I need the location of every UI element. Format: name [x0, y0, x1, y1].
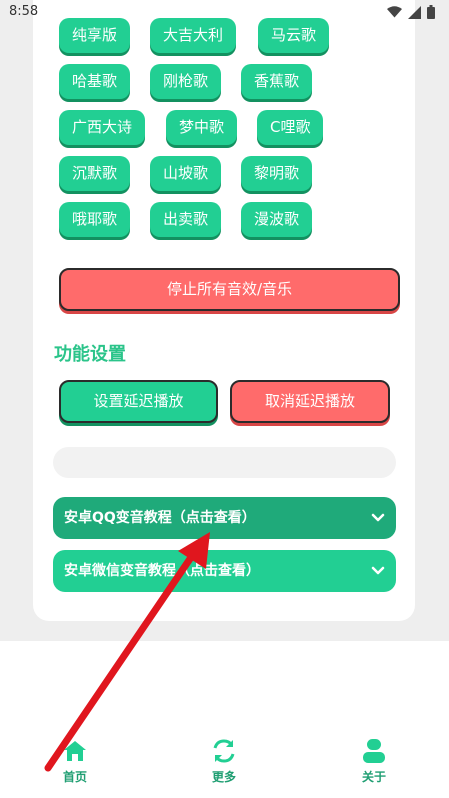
tutorial-wechat-label: 安卓微信变音教程（点击查看）	[64, 563, 260, 579]
settings-title: 功能设置	[54, 344, 126, 365]
battery-icon	[427, 5, 435, 19]
user-icon	[363, 739, 385, 763]
system-icons	[387, 5, 435, 19]
tutorial-qq-label: 安卓QQ变音教程（点击查看）	[64, 510, 256, 526]
chevron-down-icon	[371, 513, 385, 522]
sound-button[interactable]: 刚枪歌	[150, 64, 222, 99]
sound-button[interactable]: 哈基歌	[59, 64, 131, 99]
sound-button[interactable]: 出卖歌	[150, 202, 222, 237]
sound-button[interactable]: 梦中歌	[166, 110, 238, 145]
sound-button[interactable]: 香蕉歌	[241, 64, 313, 99]
nav-home[interactable]: 首页	[45, 738, 105, 785]
nav-more[interactable]: 更多	[194, 738, 254, 785]
status-time: 8:58	[9, 4, 39, 19]
sound-button[interactable]: 沉默歌	[59, 156, 131, 191]
nav-more-label: 更多	[211, 770, 236, 784]
wifi-icon	[387, 6, 402, 18]
stop-all-button[interactable]: 停止所有音效/音乐	[59, 268, 400, 311]
tutorial-qq[interactable]: 安卓QQ变音教程（点击查看）	[53, 497, 396, 539]
tutorial-wechat[interactable]: 安卓微信变音教程（点击查看）	[53, 550, 396, 592]
sound-button[interactable]: 哦耶歌	[59, 202, 131, 237]
set-delay-button[interactable]: 设置延迟播放	[59, 380, 218, 423]
chevron-down-icon	[371, 566, 385, 575]
refresh-icon	[213, 739, 235, 763]
status-bar: 8:58	[0, 0, 449, 26]
sound-button[interactable]: C哩歌	[257, 110, 324, 145]
nav-about[interactable]: 关于	[344, 738, 404, 785]
sound-button[interactable]: 广西大诗	[59, 110, 146, 145]
cancel-delay-button[interactable]: 取消延迟播放	[230, 380, 390, 423]
sound-button[interactable]: 漫波歌	[241, 202, 313, 237]
nav-home-label: 首页	[62, 770, 87, 784]
signal-icon	[408, 5, 421, 19]
nav-about-label: 关于	[361, 770, 386, 784]
sound-button[interactable]: 黎明歌	[241, 156, 313, 191]
empty-bar	[53, 447, 396, 478]
home-icon	[64, 741, 86, 761]
sound-button[interactable]: 山坡歌	[150, 156, 222, 191]
